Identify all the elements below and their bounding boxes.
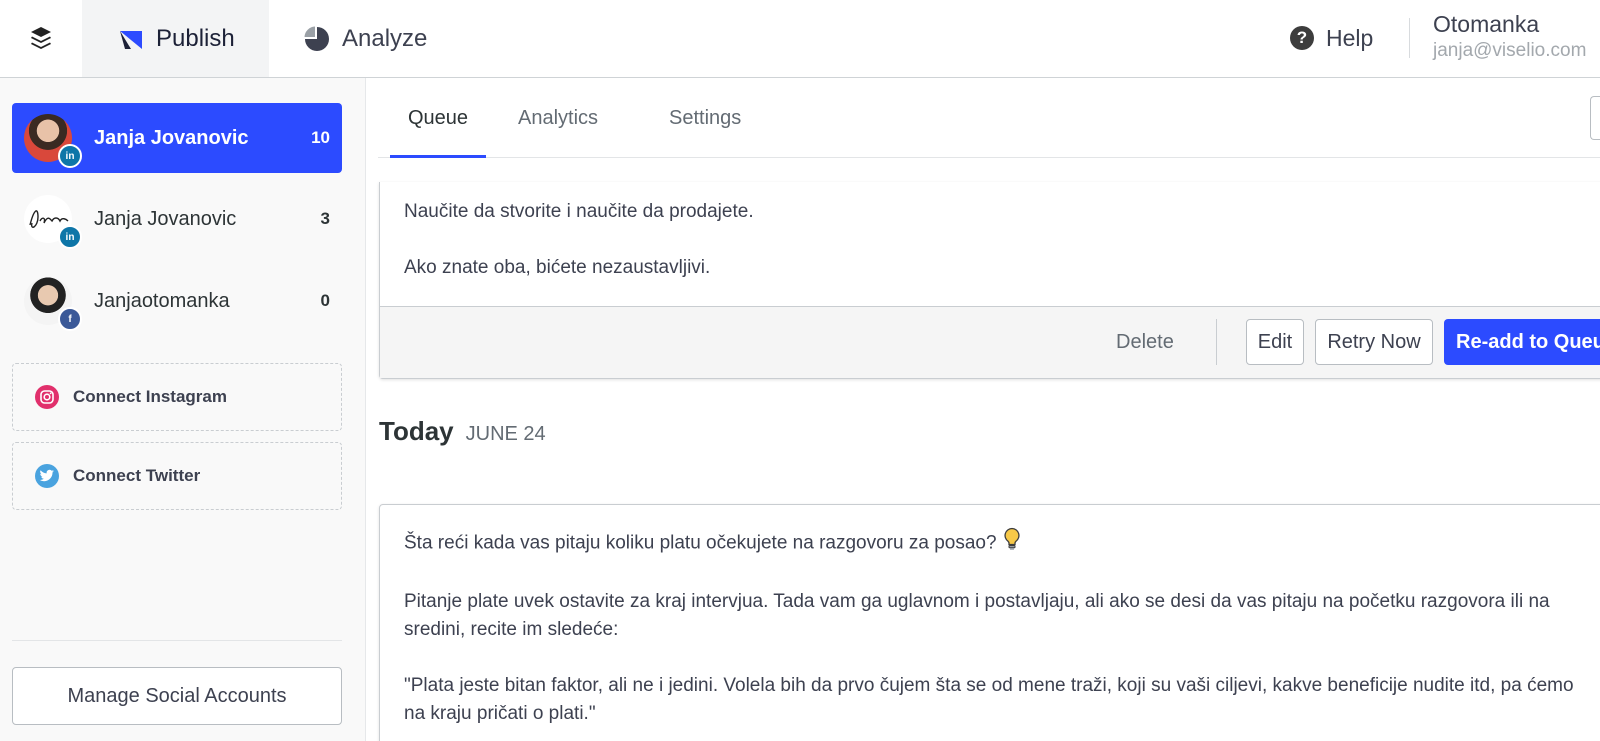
post-paragraph: Naučite da stvorite i naučite da prodaje… [404,201,754,222]
sidebar: in Janja Jovanovic 10 in Janja Jovanovic… [0,78,366,741]
tab-analytics[interactable]: Analytics [518,78,598,158]
sidebar-profile-janja-linkedin-1[interactable]: in Janja Jovanovic 10 [12,103,342,173]
connect-twitter-button[interactable]: Connect Twitter [12,442,342,510]
help-link[interactable]: ? Help [1290,20,1373,56]
post-paragraph: Pitanje plate uvek ostavite za kraj inte… [404,591,1550,640]
avatar: in [24,114,82,168]
edit-button[interactable]: Edit [1246,319,1304,365]
account-email: janja@viselio.com [1433,40,1587,61]
profile-name: Janja Jovanovic [94,126,249,149]
connect-instagram-label: Connect Instagram [73,387,227,406]
lightbulb-icon [1003,527,1021,560]
main-content: Queue Analytics Settings Naučite da stvo… [366,78,1600,741]
tab-settings[interactable]: Settings [669,78,741,158]
active-tab-indicator [390,155,486,158]
account-name[interactable]: Otomanka [1433,11,1539,38]
failed-post-card: Naučite da stvorite i naučite da prodaje… [379,182,1600,379]
nav-analyze-label: Analyze [342,24,428,52]
instagram-icon [35,385,59,409]
actions-divider [1216,319,1217,365]
profile-name: Janja Jovanovic [94,207,237,230]
nav-analyze[interactable]: Analyze [296,0,456,77]
post-paragraph: Ako znate oba, bićete nezaustavljivi. [404,257,711,278]
post-body: Naučite da stvorite i naučite da prodaje… [404,198,754,310]
toolbar-button-partial[interactable] [1590,96,1600,140]
layers-icon [31,27,51,49]
profile-name: Janjaotomanka [94,289,230,312]
post-actions: Delete Edit Retry Now Re-add to Queue [380,306,1600,378]
re-add-to-queue-button[interactable]: Re-add to Queue [1444,319,1600,365]
linkedin-icon: in [58,225,82,249]
tab-bar: Queue Analytics Settings [378,78,1600,158]
profile-count: 10 [311,128,330,147]
retry-now-button[interactable]: Retry Now [1315,319,1433,365]
nav-publish-label: Publish [156,24,235,52]
linkedin-icon: in [58,144,82,168]
profile-count: 3 [320,209,330,228]
avatar: in [24,195,82,249]
publish-icon [118,28,144,50]
connect-twitter-label: Connect Twitter [73,466,201,485]
sidebar-profile-janja-linkedin-2[interactable]: in Janja Jovanovic 3 [12,184,342,254]
delete-button[interactable]: Delete [1102,319,1188,365]
topbar-divider [1409,18,1410,58]
tab-queue[interactable]: Queue [390,78,486,158]
profile-count: 0 [320,291,330,310]
avatar: f [24,277,82,331]
post-paragraph: Šta reći kada vas pitaju koliku platu oč… [404,532,997,554]
nav-publish[interactable]: Publish [82,0,269,77]
manage-social-accounts-button[interactable]: Manage Social Accounts [12,667,342,725]
day-date: JUNE 24 [465,423,546,445]
analyze-pie-icon [304,26,330,52]
twitter-icon [35,464,59,488]
day-header: Today JUNE 24 [379,416,546,447]
help-icon: ? [1290,26,1314,50]
app-logo[interactable] [0,0,82,78]
facebook-icon: f [58,307,82,331]
sidebar-divider [12,640,342,641]
post-paragraph: "Plata jeste bitan faktor, ali ne i jedi… [404,675,1574,724]
day-title: Today [379,416,454,446]
sidebar-profile-janjaotomanka-facebook[interactable]: f Janjaotomanka 0 [12,266,342,336]
queued-post-card: Šta reći kada vas pitaju koliku platu oč… [379,504,1600,741]
top-bar: Publish Analyze ? Help Otomanka janja@vi… [0,0,1600,78]
post-body: Šta reći kada vas pitaju koliku platu oč… [404,527,1594,741]
help-label: Help [1326,24,1374,51]
connect-instagram-button[interactable]: Connect Instagram [12,363,342,431]
